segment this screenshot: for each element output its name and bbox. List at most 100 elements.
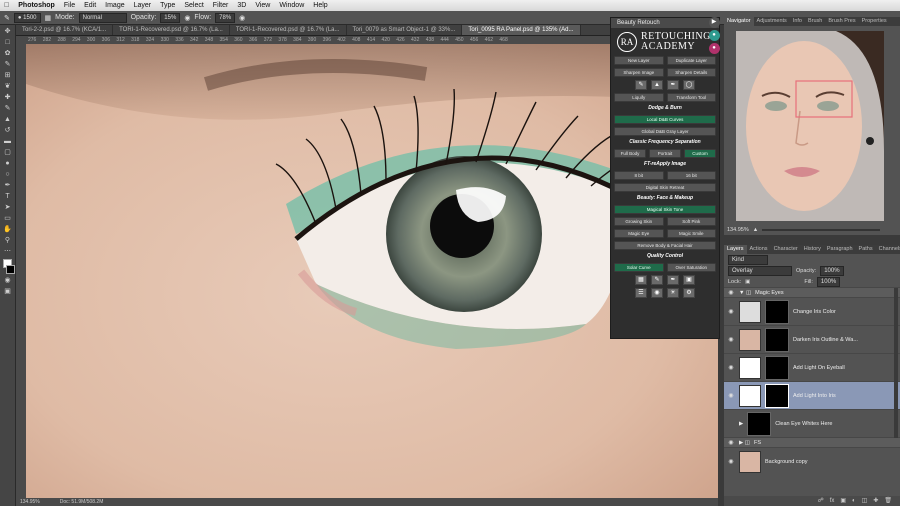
visibility-eye-icon[interactable]: ◉ — [727, 439, 735, 446]
move-tool-icon[interactable]: ✥ — [3, 28, 13, 36]
menu-3d[interactable]: 3D — [237, 2, 246, 9]
gradient-icon[interactable]: ▢ — [3, 149, 13, 157]
dodge-tool-icon[interactable]: ○ — [3, 171, 13, 179]
stamp-icon[interactable]: ▲ — [651, 80, 663, 90]
digital-skin-retreat-button[interactable]: Digital Skin Retreat — [614, 183, 716, 192]
new-group-icon[interactable]: ◫ — [862, 496, 868, 506]
layer-mask-thumbnail[interactable] — [765, 355, 789, 380]
brush-tool-icon[interactable]: ✎ — [4, 14, 10, 22]
visibility-eye-icon[interactable]: ◉ — [727, 308, 735, 315]
tab-layers[interactable]: Layers — [724, 245, 747, 254]
full-body-button[interactable]: Full Body — [614, 149, 646, 158]
brush-small-icon[interactable]: ✎ — [651, 275, 663, 285]
apple-icon[interactable]:  — [4, 2, 9, 9]
menu-layer[interactable]: Layer — [134, 2, 152, 9]
magical-skin-tone-button[interactable]: Magical Skin Tone — [614, 205, 716, 214]
local-db-curves-button[interactable]: Local D&B Curves — [614, 115, 716, 124]
settings-icon[interactable]: ⚙ — [683, 288, 695, 298]
8bit-button[interactable]: 8 bit — [614, 171, 664, 180]
tab-character[interactable]: Character — [771, 245, 801, 254]
visibility-eye-icon[interactable]: ◉ — [727, 392, 735, 399]
layer-row-selected[interactable]: ◉ Add Light Into Iris — [724, 381, 900, 409]
custom-button[interactable]: Custom — [684, 149, 716, 158]
adjustment-layer-icon[interactable]: ◐ — [852, 496, 856, 506]
lock-icon[interactable]: ▣ — [745, 279, 750, 285]
fx-icon[interactable]: fx — [830, 496, 835, 506]
history-brush-icon[interactable]: ↺ — [3, 127, 13, 135]
pencil-icon[interactable]: ✒ — [667, 80, 679, 90]
16bit-button[interactable]: 16 bit — [666, 171, 716, 180]
over-saturation-button[interactable]: Over Saturation — [666, 263, 716, 272]
stack-icon[interactable]: ☰ — [635, 288, 647, 298]
magic-eye-button[interactable]: Magic Eye — [614, 229, 664, 238]
brush-preset-picker[interactable]: ● 1500 — [13, 12, 41, 23]
global-db-gray-button[interactable]: Global D&B Gray Layer — [614, 127, 716, 136]
marquee-tool-icon[interactable]: □ — [3, 39, 13, 47]
layer-mask-thumbnail[interactable] — [747, 411, 772, 436]
visibility-eye-icon[interactable]: ◉ — [727, 364, 735, 371]
expand-arrow-icon[interactable]: ▶ — [739, 421, 743, 427]
extension-a-icon[interactable]: ● — [708, 30, 720, 41]
new-layer-icon[interactable]: ✚ — [873, 496, 878, 506]
shape-tool-icon[interactable]: ▭ — [3, 215, 13, 223]
type-tool-icon[interactable]: T — [3, 193, 13, 201]
menu-view[interactable]: View — [255, 2, 270, 9]
liquify-button[interactable]: Liquify — [614, 93, 664, 102]
tab-adjustments[interactable]: Adjustments — [754, 17, 790, 26]
sharpen-image-button[interactable]: Sharpen Image — [614, 68, 664, 77]
tab-actions[interactable]: Actions — [747, 245, 771, 254]
menu-window[interactable]: Window — [279, 2, 304, 9]
navigator-zoom-slider[interactable] — [762, 229, 880, 231]
clone-stamp-icon[interactable]: ▲ — [3, 116, 13, 124]
menu-file[interactable]: File — [64, 2, 75, 9]
layer-row[interactable]: ◉ Darken Iris Outline & Wa... — [724, 325, 900, 353]
menu-type[interactable]: Type — [160, 2, 175, 9]
remove-hair-button[interactable]: Remove Body & Facial Hair — [614, 241, 716, 250]
brush-panel-icon[interactable]: ▦ — [45, 14, 52, 22]
layer-filter-kind[interactable]: Kind — [728, 254, 768, 265]
soft-pink-button[interactable]: Soft Pink — [666, 217, 716, 226]
visibility-eye-icon[interactable]: ◉ — [727, 458, 735, 465]
doc-tab[interactable]: TORI-1-Recovered.psd @ 16.7% (La... — [113, 25, 230, 35]
solar-curve-button[interactable]: Solar Curve — [614, 263, 664, 272]
zoom-readout[interactable]: 134.95% — [20, 498, 40, 506]
layer-opacity-field[interactable]: 100% — [820, 265, 844, 276]
growing-skin-button[interactable]: Growing Skin — [614, 217, 664, 226]
tab-navigator[interactable]: Navigator — [724, 17, 754, 26]
healing-brush-icon[interactable]: ✚ — [3, 94, 13, 102]
tab-brush[interactable]: Brush — [805, 17, 825, 26]
background-color-swatch[interactable] — [6, 265, 15, 274]
more-tools-icon[interactable]: ⋯ — [3, 248, 13, 256]
brush-icon[interactable]: ✎ — [635, 80, 647, 90]
layer-mask-thumbnail[interactable] — [765, 327, 789, 352]
menu-edit[interactable]: Edit — [84, 2, 96, 9]
airbrush-icon[interactable]: ◉ — [239, 14, 245, 22]
tab-history[interactable]: History — [801, 245, 824, 254]
transform-tool-button[interactable]: Transform Tool — [666, 93, 716, 102]
navigator-zoom-value[interactable]: 134.95% — [727, 227, 749, 233]
extension-ra-icon[interactable]: ● — [708, 43, 720, 54]
path-select-icon[interactable]: ➤ — [3, 204, 13, 212]
add-mask-icon[interactable]: ▣ — [840, 496, 846, 506]
layer-mask-thumbnail[interactable] — [765, 299, 789, 324]
sharpen-details-button[interactable]: Sharpen Details — [666, 68, 716, 77]
doc-tab[interactable]: TORI-1-Recovered.psd @ 16.7% (La... — [230, 25, 347, 35]
brush-tool-icon[interactable]: ✎ — [3, 105, 13, 113]
blend-mode-select[interactable]: Overlay — [728, 265, 792, 276]
menu-select[interactable]: Select — [184, 2, 203, 9]
crop-tool-icon[interactable]: ⊞ — [3, 72, 13, 80]
lasso-icon[interactable]: ◯ — [683, 80, 695, 90]
pen-small-icon[interactable]: ✒ — [667, 275, 679, 285]
pen-tool-icon[interactable]: ✒ — [3, 182, 13, 190]
quick-mask-icon[interactable]: ◉ — [3, 277, 13, 285]
hand-tool-icon[interactable]: ✋ — [3, 226, 13, 234]
magic-smile-button[interactable]: Magic Smile — [666, 229, 716, 238]
layer-fill-field[interactable]: 100% — [816, 276, 841, 287]
tab-brush-presets[interactable]: Brush Pres — [825, 17, 858, 26]
layer-group[interactable]: ◉ ▼ ◫ Magic Eyes — [724, 287, 900, 297]
tab-properties[interactable]: Properties — [859, 17, 890, 26]
sun-icon[interactable]: ☀ — [667, 288, 679, 298]
layer-row[interactable]: ▶ Clean Eye Whites Here — [724, 409, 900, 437]
flow-field[interactable]: 78% — [215, 12, 236, 23]
quick-select-icon[interactable]: ✎ — [3, 61, 13, 69]
